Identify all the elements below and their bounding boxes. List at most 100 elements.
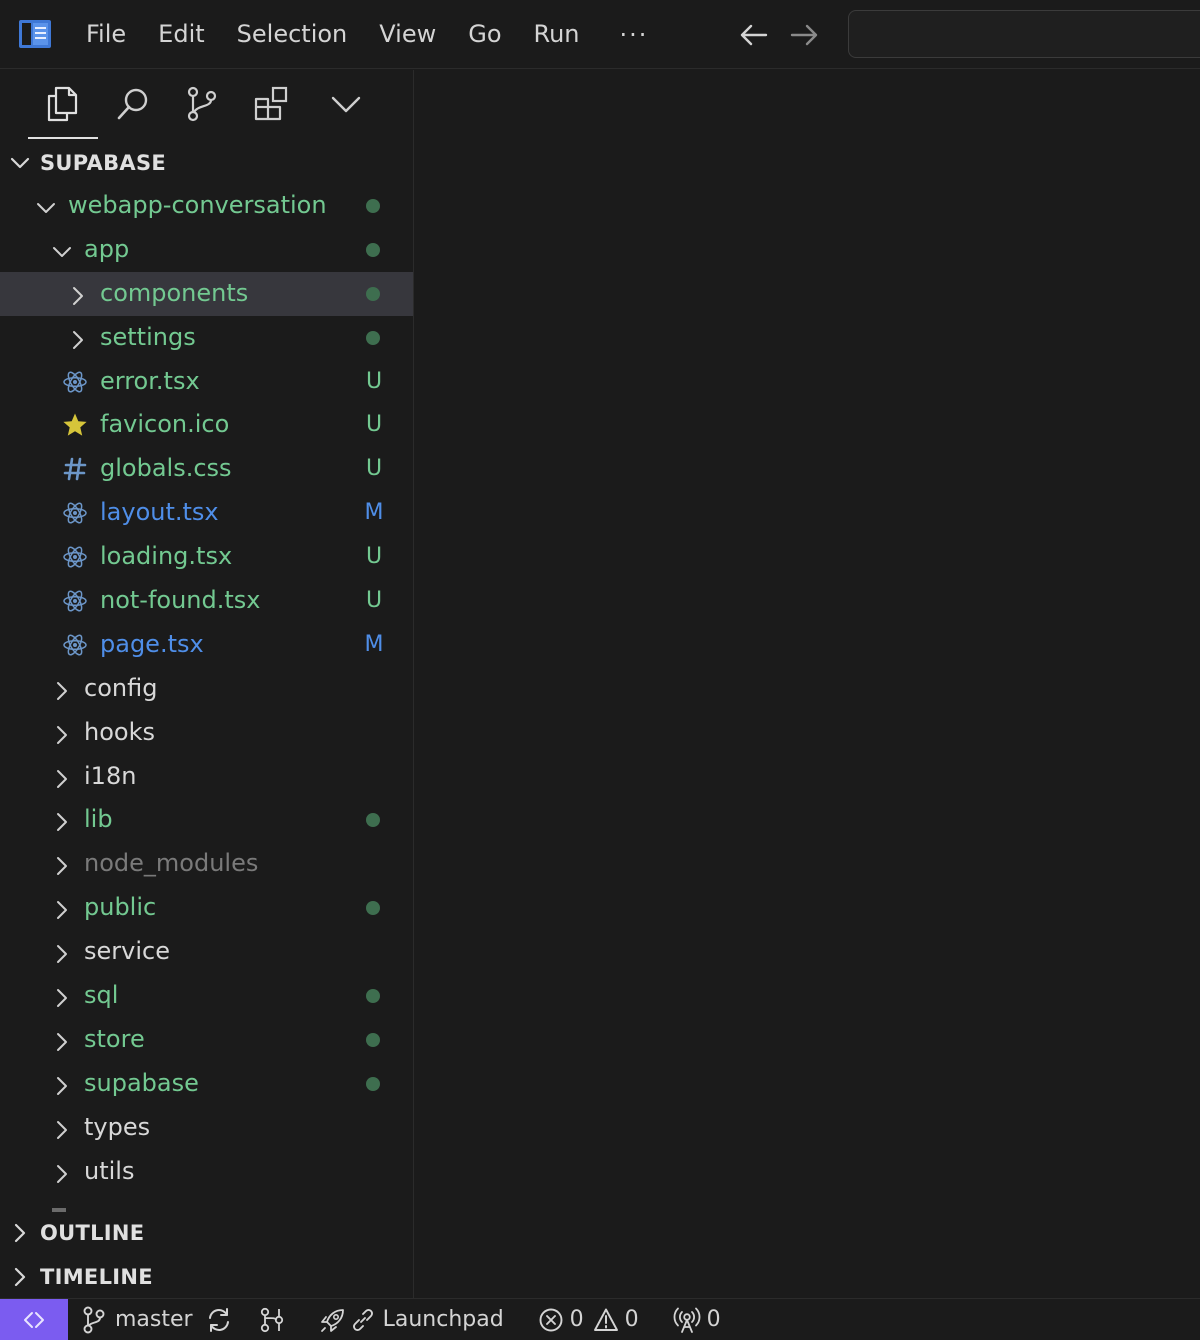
chevron-right-icon bbox=[52, 723, 72, 744]
arrow-left-icon[interactable] bbox=[736, 20, 770, 50]
menu-edit[interactable]: Edit bbox=[142, 0, 220, 69]
tree-folder-row[interactable]: config bbox=[0, 667, 413, 711]
tree-file-row[interactable]: page.tsx M bbox=[0, 623, 413, 667]
app-logo-icon[interactable] bbox=[19, 20, 51, 48]
outline-title: OUTLINE bbox=[40, 1221, 145, 1245]
tree-item-label: components bbox=[100, 278, 249, 307]
tree-folder-row[interactable]: supabase bbox=[0, 1062, 413, 1106]
branch-name: master bbox=[115, 1307, 193, 1332]
tree-folder-row[interactable]: app bbox=[0, 228, 413, 272]
tree-folder-row[interactable]: lib bbox=[0, 798, 413, 842]
tree-item-label: loading.tsx bbox=[100, 542, 233, 571]
timeline-section-header[interactable]: TIMELINE bbox=[0, 1255, 413, 1298]
chevron-right-icon bbox=[52, 767, 72, 788]
arrow-right-icon[interactable] bbox=[788, 20, 822, 50]
active-tab-indicator bbox=[28, 137, 98, 139]
menu-run[interactable]: Run bbox=[518, 0, 596, 69]
git-status-badge: U bbox=[365, 544, 383, 570]
chevron-right-icon bbox=[52, 942, 72, 964]
menu-file[interactable]: File bbox=[70, 0, 142, 69]
react-icon bbox=[62, 369, 88, 395]
chevron-down-icon bbox=[52, 240, 72, 260]
tree-folder-row[interactable]: hooks bbox=[0, 711, 413, 755]
tree-file-row[interactable]: not-found.tsx U bbox=[0, 579, 413, 623]
launchpad-button[interactable]: Launchpad bbox=[319, 1299, 504, 1340]
files-icon bbox=[47, 86, 78, 122]
explorer-tab[interactable] bbox=[40, 82, 84, 126]
tree-folder-row[interactable]: types bbox=[0, 1106, 413, 1150]
error-count: 0 bbox=[569, 1307, 584, 1332]
tree-item-label: app bbox=[84, 234, 130, 263]
tree-file-row[interactable]: favicon.ico U bbox=[0, 403, 413, 447]
broadcast-icon bbox=[673, 1307, 701, 1333]
tree-item-label: store bbox=[84, 1024, 145, 1053]
tree-file-row[interactable]: error.tsx U bbox=[0, 360, 413, 404]
warning-icon bbox=[593, 1308, 618, 1331]
git-status-badge: U bbox=[365, 588, 383, 614]
source-control-tab[interactable] bbox=[180, 82, 224, 126]
tree-file-row[interactable]: globals.css U bbox=[0, 447, 413, 491]
tree-folder-row[interactable]: node_modules bbox=[0, 842, 413, 886]
tree-item-label: webapp-conversation bbox=[68, 191, 327, 219]
tree-item-label: public bbox=[84, 893, 157, 922]
tree-item-label: error.tsx bbox=[100, 366, 200, 395]
menu-go[interactable]: Go bbox=[452, 0, 517, 69]
tree-folder-row[interactable]: utils bbox=[0, 1150, 413, 1194]
chevron-right-icon bbox=[52, 1030, 72, 1051]
extensions-tab[interactable] bbox=[249, 82, 293, 126]
git-status-dot bbox=[366, 242, 380, 257]
tree-folder-row[interactable]: sql bbox=[0, 974, 413, 1018]
tree-item-label: config bbox=[84, 673, 158, 702]
ports-button[interactable]: 0 bbox=[673, 1299, 721, 1340]
git-graph-button[interactable] bbox=[259, 1299, 285, 1340]
tree-folder-row[interactable]: public bbox=[0, 886, 413, 930]
menu-more-button[interactable]: ··· bbox=[596, 5, 673, 65]
outline-section-header[interactable]: OUTLINE bbox=[0, 1211, 413, 1255]
tree-item-label: lib bbox=[84, 805, 113, 834]
tree-item-label: supabase bbox=[84, 1068, 199, 1097]
problems-button[interactable]: 0 0 bbox=[538, 1299, 639, 1340]
launchpad-label: Launchpad bbox=[382, 1307, 504, 1332]
menu-bar: File Edit Selection View Go Run ··· bbox=[70, 0, 672, 69]
remote-indicator-button[interactable] bbox=[0, 1298, 68, 1340]
timeline-title: TIMELINE bbox=[40, 1265, 153, 1289]
title-bar: File Edit Selection View Go Run ··· bbox=[0, 0, 1200, 69]
menu-view[interactable]: View bbox=[363, 0, 452, 69]
tree-folder-row[interactable]: service bbox=[0, 930, 413, 974]
chevron-right-icon bbox=[68, 328, 88, 349]
chevron-down-icon bbox=[0, 141, 40, 185]
sync-button[interactable] bbox=[205, 1299, 233, 1340]
hash-icon bbox=[62, 456, 88, 482]
tree-folder-row[interactable]: settings bbox=[0, 316, 413, 360]
tree-folder-row[interactable]: store bbox=[0, 1018, 413, 1062]
chevron-down-icon bbox=[36, 196, 56, 216]
file-tree: webapp-conversation app components settings… bbox=[0, 184, 413, 1208]
status-bar: master Launchpad 0 0 0 bbox=[0, 1298, 1200, 1340]
menu-selection[interactable]: Selection bbox=[221, 0, 364, 69]
section-title: SUPABASE bbox=[40, 151, 167, 175]
tree-item-label: settings bbox=[100, 322, 196, 351]
git-status-dot bbox=[366, 901, 380, 916]
tree-item-label: node_modules bbox=[84, 849, 259, 878]
tree-item-label: hooks bbox=[84, 717, 155, 746]
more-views-tab[interactable] bbox=[324, 82, 368, 126]
tree-item-label: i18n bbox=[84, 761, 137, 790]
tree-file-row[interactable]: loading.tsx U bbox=[0, 535, 413, 579]
chevron-right-icon bbox=[52, 986, 72, 1008]
chevron-right-icon bbox=[52, 1074, 72, 1095]
chevron-right-icon bbox=[52, 810, 72, 832]
explorer-section-header[interactable]: SUPABASE bbox=[0, 141, 413, 185]
command-center-search[interactable] bbox=[848, 10, 1200, 58]
tree-folder-row[interactable]: components bbox=[0, 271, 413, 316]
git-status-badge: U bbox=[365, 368, 383, 394]
tree-folder-row[interactable]: webapp-conversation bbox=[0, 184, 413, 228]
git-graph-icon bbox=[260, 1307, 283, 1332]
search-tab[interactable] bbox=[111, 82, 155, 126]
tree-folder-row[interactable]: i18n bbox=[0, 755, 413, 799]
chevron-right-icon bbox=[0, 1211, 40, 1255]
git-status-badge: M bbox=[364, 631, 384, 657]
editor-area bbox=[415, 70, 1200, 1298]
tree-file-row[interactable]: layout.tsx M bbox=[0, 491, 413, 535]
view-switcher bbox=[0, 70, 413, 142]
branch-status[interactable]: master bbox=[82, 1299, 193, 1340]
